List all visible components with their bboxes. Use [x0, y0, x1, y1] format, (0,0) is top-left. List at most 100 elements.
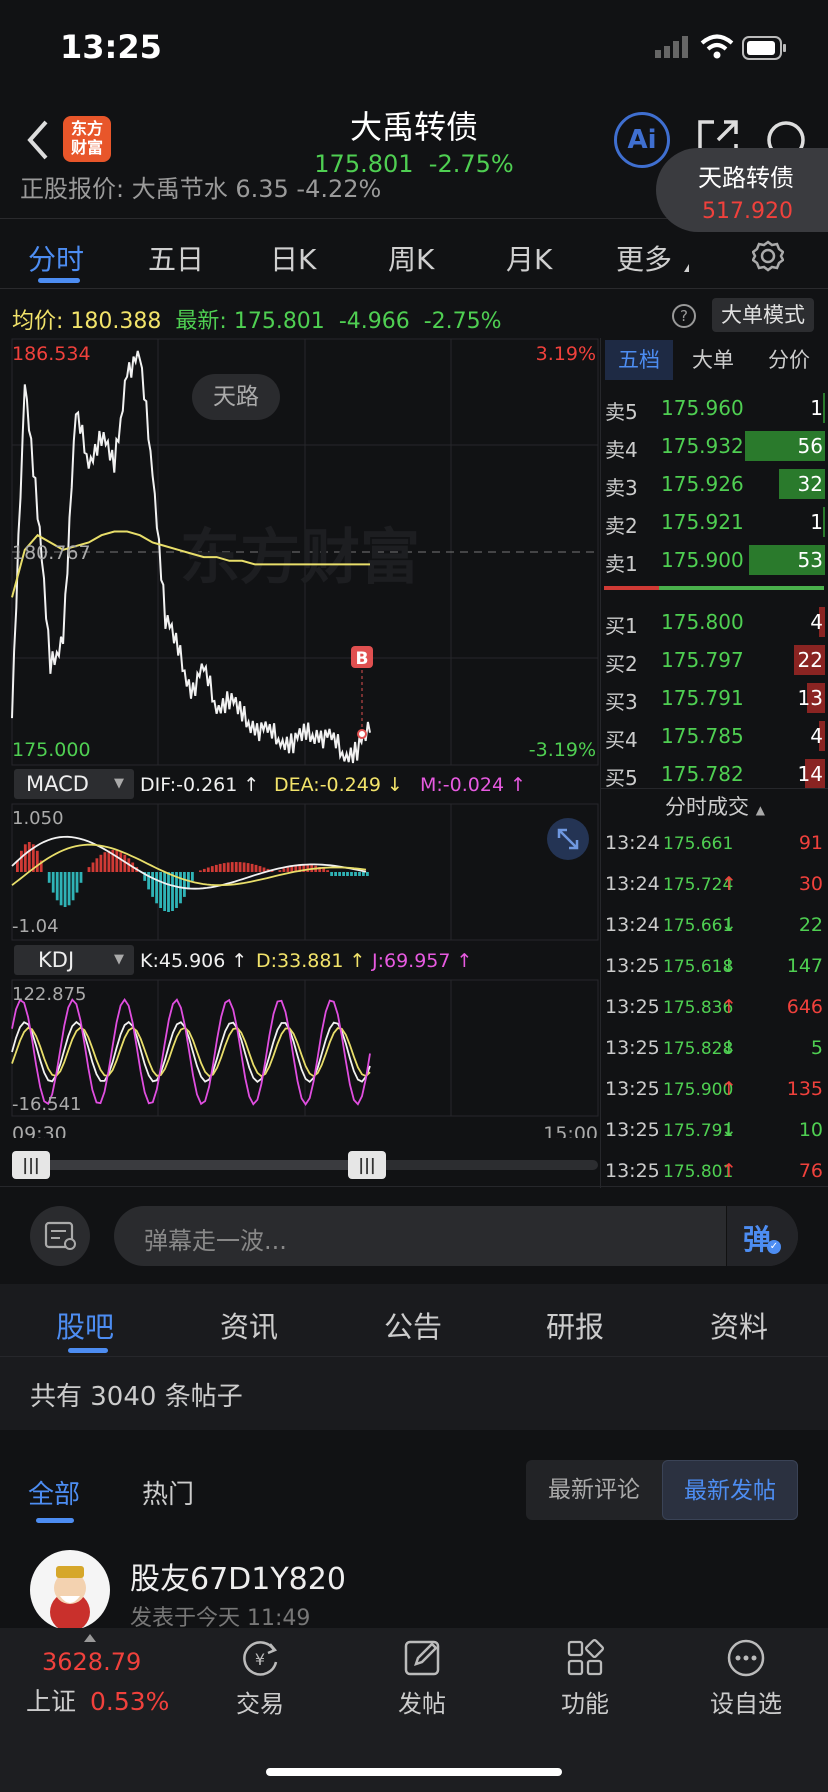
bid-volume: 14 [797, 762, 823, 786]
tab-five-day[interactable]: 五日 [148, 238, 204, 278]
more-triangle-icon [684, 264, 689, 272]
tab-monthly-k[interactable]: 月K [506, 238, 552, 278]
tab-daily-k[interactable]: 日K [270, 238, 316, 278]
ask-level-row[interactable]: 卖3 175.926 32 [601, 466, 828, 504]
nav-watchlist-label: 设自选 [710, 1690, 782, 1718]
kdj-selector[interactable]: KDJ ▼ [14, 945, 134, 975]
trade-direction-icon: ↑ [721, 1078, 737, 1100]
tab-forum[interactable]: 股吧 [56, 1304, 114, 1346]
bid-volume: 22 [797, 648, 823, 672]
macd-bar [282, 868, 286, 872]
macd-bar [322, 868, 326, 872]
trade-time: 13:24 [605, 832, 660, 854]
danmu-settings-button[interactable] [30, 1206, 90, 1266]
settings-button[interactable] [751, 240, 785, 276]
danmu-send-button[interactable]: 弹 ✓ [726, 1206, 798, 1266]
tab-intraday[interactable]: 分时 [28, 238, 84, 278]
danmu-input[interactable]: 弹幕走一波... 弹 ✓ [114, 1206, 798, 1266]
tab-news[interactable]: 资讯 [220, 1304, 278, 1346]
underlying-quote[interactable]: 正股报价: 大禹节水 6.35 -4.22% [20, 176, 520, 204]
macd-bar [99, 854, 103, 872]
nav-functions[interactable]: 功能 [545, 1636, 625, 1726]
sort-latest-comment[interactable]: 最新评论 [526, 1460, 662, 1520]
ask-volume-bar [823, 393, 825, 423]
more-dots-icon [727, 1639, 765, 1677]
related-tag-chip[interactable]: 天路 [192, 374, 280, 420]
filter-tab-all[interactable]: 全部 [28, 1474, 80, 1511]
trade-volume: 22 [798, 914, 823, 936]
macd-bar [242, 862, 246, 872]
index-quote[interactable]: 3628.79 上证 0.53% [20, 1648, 170, 1728]
trade-time: 13:24 [605, 914, 660, 936]
macd-bars [16, 842, 369, 912]
home-indicator [266, 1768, 562, 1776]
ask-volume: 1 [810, 510, 823, 534]
ask-level-row[interactable]: 卖2 175.921 1 [601, 504, 828, 542]
avatar[interactable] [30, 1550, 110, 1630]
ask-price: 175.900 [661, 548, 744, 572]
index-collapse-icon [84, 1634, 96, 1642]
fullscreen-button[interactable] [547, 818, 589, 860]
bid-level-row[interactable]: 买4 175.785 4 [601, 718, 828, 756]
macd-bar [91, 862, 95, 872]
trade-volume: 135 [786, 1078, 823, 1100]
tabs-divider [0, 288, 828, 289]
macd-bar [159, 872, 162, 908]
macd-bar [47, 872, 51, 883]
ask-level-row[interactable]: 卖5 175.960 1 [601, 390, 828, 428]
range-slider-start-handle[interactable]: ||| [12, 1151, 50, 1179]
ask-level-row[interactable]: 卖1 175.900 53 [601, 542, 828, 580]
danmu-divider [0, 1186, 828, 1187]
sort-latest-post[interactable]: 最新发帖 [662, 1460, 798, 1520]
trade-time: 13:25 [605, 996, 660, 1018]
ask-price: 175.960 [661, 396, 744, 420]
tab-announcements[interactable]: 公告 [384, 1304, 442, 1346]
macd-selector[interactable]: MACD ▼ [14, 769, 134, 799]
bid-level-row[interactable]: 买2 175.797 22 [601, 642, 828, 680]
nav-watchlist[interactable]: 设自选 [704, 1636, 788, 1726]
trade-price: 175.661 [663, 834, 734, 854]
help-button[interactable]: ? [672, 304, 696, 328]
post-author[interactable]: 股友67D1Y820 [130, 1554, 346, 1598]
bid-label: 买5 [605, 766, 638, 790]
nav-post[interactable]: 发帖 [382, 1636, 462, 1726]
filter-tab-hot[interactable]: 热门 [142, 1474, 194, 1511]
tab-research[interactable]: 研报 [546, 1304, 604, 1346]
sort-toggle: 最新评论 最新发帖 [526, 1460, 798, 1520]
macd-bar [350, 872, 353, 876]
macd-bar [278, 870, 282, 872]
range-slider-end-handle[interactable]: ||| [348, 1151, 386, 1179]
trades-title[interactable]: 分时成交 ▲ [601, 790, 828, 824]
macd-bar [27, 842, 31, 872]
book-tab-level5[interactable]: 五档 [605, 340, 673, 380]
check-badge-icon: ✓ [767, 1240, 781, 1254]
kdj-header: KDJ ▼ K:45.906 ↑ D:33.881 ↑ J:69.957 ↑ [0, 942, 600, 978]
bid-label: 买4 [605, 728, 638, 752]
macd-dea: DEA:-0.249 ↓ [274, 774, 403, 796]
ask-label: 卖5 [605, 400, 638, 424]
ask-level-row[interactable]: 卖4 175.932 56 [601, 428, 828, 466]
chart-tabs: 分时 五日 日K 周K 月K 更多 [0, 220, 828, 288]
tab-more[interactable]: 更多 [616, 238, 672, 278]
macd-bar [59, 872, 63, 906]
bid-level-row[interactable]: 买3 175.791 13 [601, 680, 828, 718]
expand-icon [557, 828, 579, 850]
tab-active-indicator [38, 278, 80, 283]
macd-bar [20, 850, 23, 872]
big-order-mode-button[interactable]: 大单模式 [712, 298, 814, 332]
time-axis-end: 15:00 [543, 1123, 598, 1138]
tab-weekly-k[interactable]: 周K [388, 238, 434, 278]
macd-bar [254, 864, 258, 872]
pct-axis-bottom: -3.19% [529, 739, 596, 761]
nav-trade[interactable]: ¥ 交易 [220, 1636, 300, 1726]
macd-bar [226, 862, 230, 872]
ai-button[interactable]: Ai [614, 112, 670, 168]
book-tab-big-orders[interactable]: 大单 [679, 340, 747, 380]
book-tab-price-dist[interactable]: 分价 [753, 340, 825, 380]
tab-profile[interactable]: 资料 [710, 1304, 768, 1346]
ask-volume: 56 [797, 434, 823, 458]
bid-level-row[interactable]: 买1 175.800 4 [601, 604, 828, 642]
ask-label: 卖4 [605, 438, 638, 462]
macd-bar [354, 872, 357, 876]
macd-bar [210, 866, 214, 872]
